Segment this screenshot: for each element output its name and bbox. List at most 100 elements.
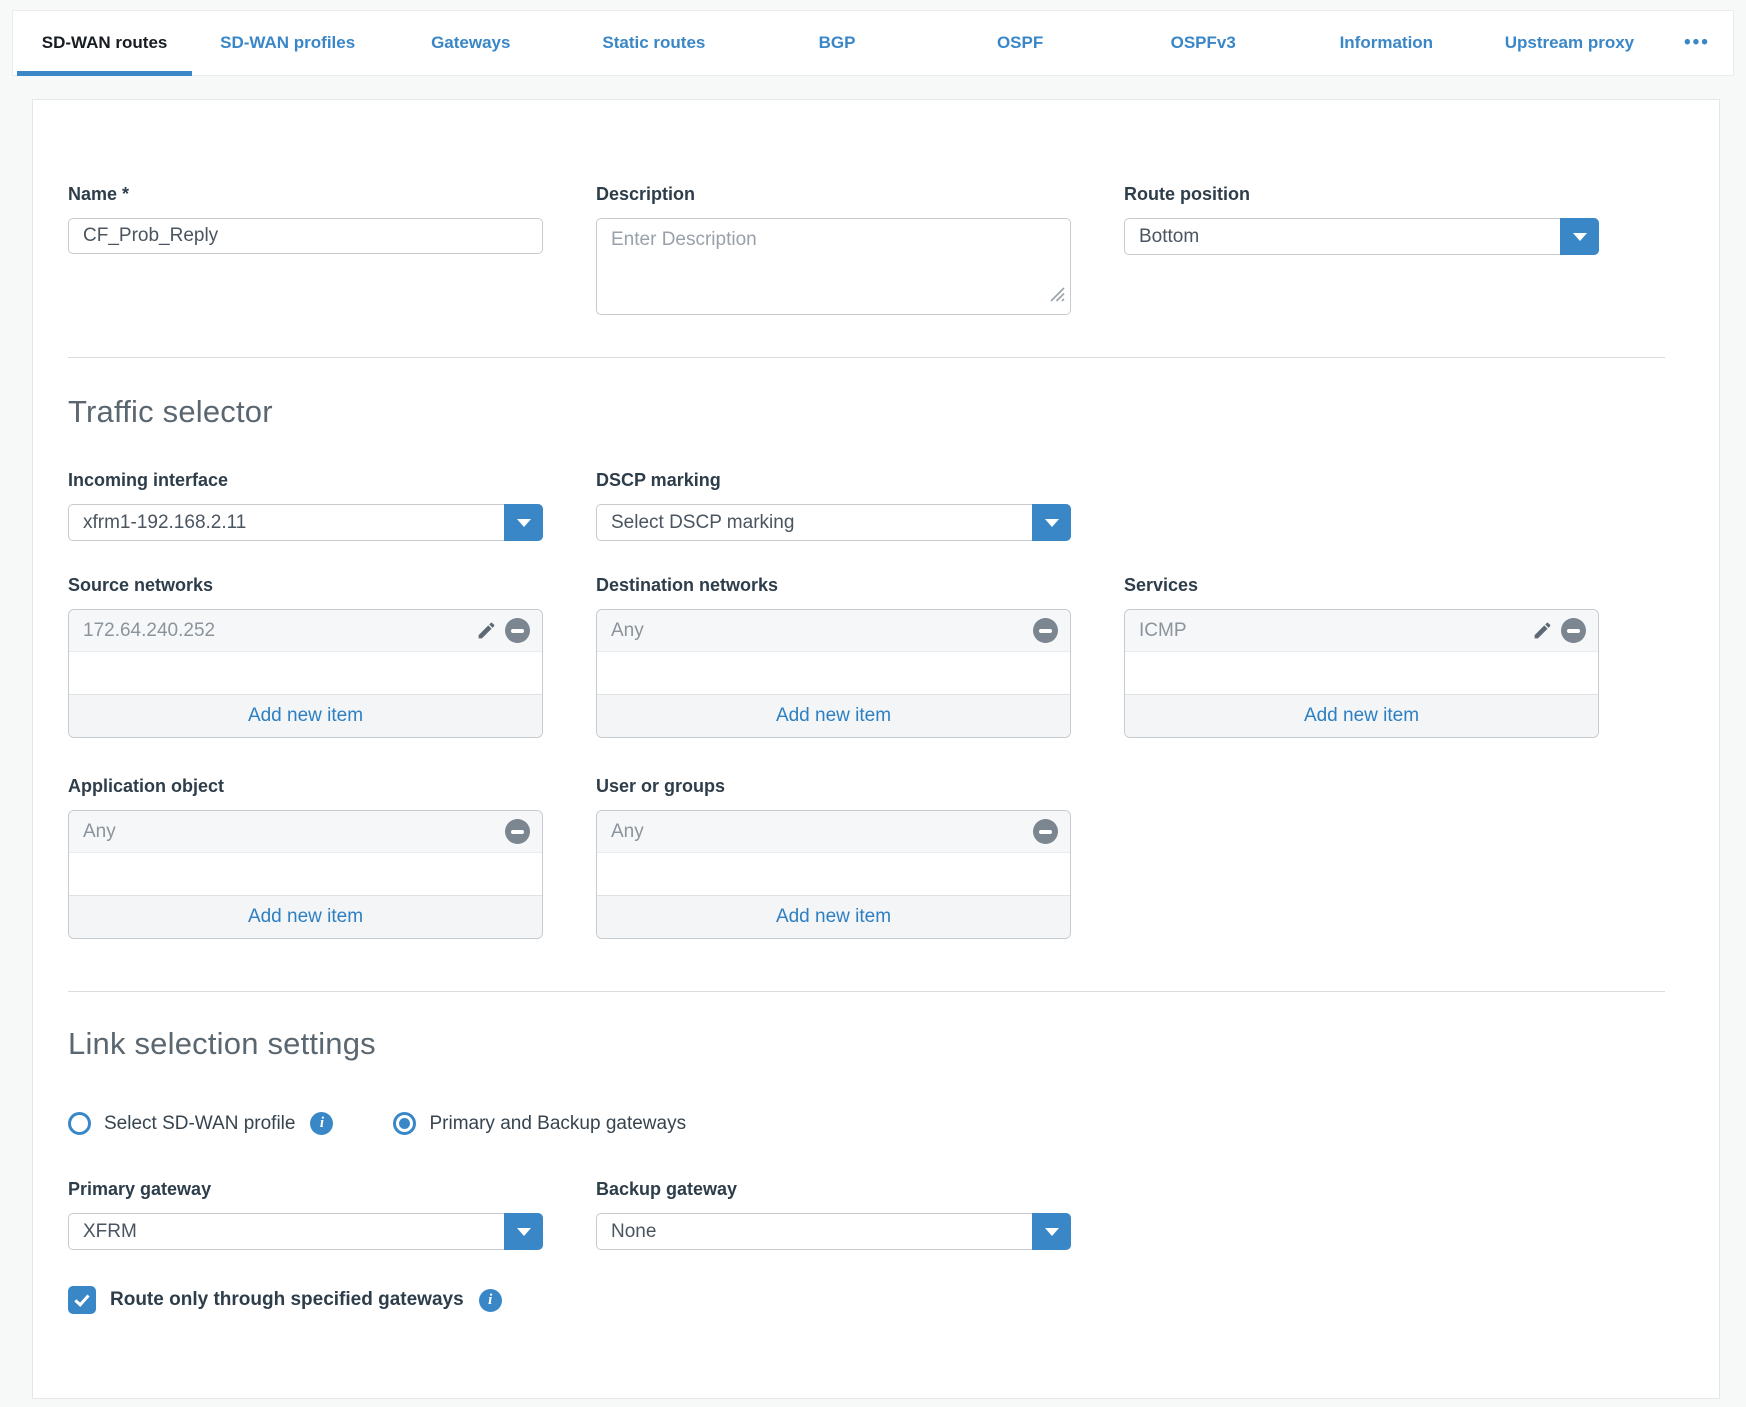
chevron-down-icon [1045,519,1059,527]
remove-item-icon[interactable] [505,819,530,844]
list-item: Any [69,811,542,853]
remove-item-icon[interactable] [505,618,530,643]
incoming-interface-dropdown-button[interactable] [504,504,543,541]
destination-networks-label: Destination networks [596,575,1071,596]
tab-ospfv3[interactable]: OSPFv3 [1112,11,1295,75]
check-icon [74,1291,89,1307]
backup-gateway-label: Backup gateway [596,1179,1071,1200]
remove-item-icon[interactable] [1561,618,1586,643]
dscp-marking-dropdown-button[interactable] [1032,504,1071,541]
add-source-network-button[interactable]: Add new item [69,694,542,737]
add-user-or-group-button[interactable]: Add new item [597,895,1070,938]
description-label: Description [596,184,1071,205]
application-object-label: Application object [68,776,543,797]
dscp-marking-group: DSCP marking Select DSCP marking [596,470,1071,541]
user-or-groups-group: User or groups Any Add new item [596,776,1071,939]
incoming-interface-value: xfrm1-192.168.2.11 [83,512,246,534]
tab-sd-wan-profiles[interactable]: SD-WAN profiles [196,11,379,75]
gateway-selects-row: Primary gateway XFRM Backup gateway None [68,1179,1665,1250]
route-position-label: Route position [1124,184,1599,205]
tab-upstream-proxy[interactable]: Upstream proxy [1478,11,1661,75]
name-label: Name * [68,184,543,205]
sdwan-profile-radio[interactable] [68,1112,91,1135]
info-icon[interactable]: i [310,1112,333,1135]
route-position-dropdown-button[interactable] [1560,218,1599,255]
service-value: ICMP [1139,620,1187,642]
incoming-interface-select[interactable]: xfrm1-192.168.2.11 [68,504,543,541]
dscp-marking-select[interactable]: Select DSCP marking [596,504,1071,541]
route-only-row: Route only through specified gateways i [68,1286,1665,1314]
tab-sd-wan-routes[interactable]: SD-WAN routes [13,11,196,75]
application-object-value: Any [83,821,116,843]
dscp-marking-value: Select DSCP marking [611,512,794,534]
list-item: Any [597,610,1070,652]
networks-services-row: Source networks 172.64.240.252 Add new i [68,575,1665,738]
general-fields-row: Name * Description Route position Bottom [68,184,1665,315]
user-or-groups-label: User or groups [596,776,1071,797]
gateways-radio[interactable] [393,1112,416,1135]
tab-bar: SD-WAN routes SD-WAN profiles Gateways S… [12,10,1734,76]
chevron-down-icon [517,1228,531,1236]
gateways-radio-group: Primary and Backup gateways [393,1112,686,1135]
sdwan-profile-radio-label[interactable]: Select SD-WAN profile [104,1113,295,1135]
primary-gateway-select[interactable]: XFRM [68,1213,543,1250]
destination-networks-group: Destination networks Any Add new item [596,575,1071,738]
description-textarea[interactable] [596,218,1071,315]
list-item: 172.64.240.252 [69,610,542,652]
tab-ospf[interactable]: OSPF [929,11,1112,75]
services-label: Services [1124,575,1599,596]
sdwan-profile-radio-group: Select SD-WAN profile i [68,1112,333,1135]
route-position-select[interactable]: Bottom [1124,218,1599,255]
route-only-checkbox[interactable] [68,1286,96,1314]
application-object-listbox: Any Add new item [68,810,543,939]
description-field-group: Description [596,184,1071,315]
source-networks-listbox: 172.64.240.252 Add new item [68,609,543,738]
user-or-groups-listbox: Any Add new item [596,810,1071,939]
destination-network-value: Any [611,620,644,642]
primary-gateway-group: Primary gateway XFRM [68,1179,543,1250]
link-selection-heading: Link selection settings [68,1026,1665,1062]
tab-gateways[interactable]: Gateways [379,11,562,75]
source-networks-group: Source networks 172.64.240.252 Add new i [68,575,543,738]
edit-pencil-icon[interactable] [1532,620,1553,641]
edit-pencil-icon[interactable] [476,620,497,641]
application-users-row: Application object Any Add new item User… [68,776,1665,939]
interface-dscp-row: Incoming interface xfrm1-192.168.2.11 DS… [68,470,1665,541]
list-empty-area [597,652,1070,694]
primary-gateway-label: Primary gateway [68,1179,543,1200]
add-service-button[interactable]: Add new item [1125,694,1598,737]
list-item: ICMP [1125,610,1598,652]
name-input[interactable] [68,218,543,254]
list-empty-area [69,853,542,895]
backup-gateway-dropdown-button[interactable] [1032,1213,1071,1250]
tab-information[interactable]: Information [1295,11,1478,75]
primary-gateway-dropdown-button[interactable] [504,1213,543,1250]
chevron-down-icon [1573,233,1587,241]
tab-static-routes[interactable]: Static routes [562,11,745,75]
tab-bgp[interactable]: BGP [745,11,928,75]
incoming-interface-group: Incoming interface xfrm1-192.168.2.11 [68,470,543,541]
section-divider [68,357,1665,358]
list-empty-area [69,652,542,694]
list-empty-area [1125,652,1598,694]
route-only-label[interactable]: Route only through specified gateways [110,1289,464,1311]
remove-item-icon[interactable] [1033,819,1058,844]
name-field-group: Name * [68,184,543,254]
source-networks-label: Source networks [68,575,543,596]
route-position-field-group: Route position Bottom [1124,184,1599,255]
add-destination-network-button[interactable]: Add new item [597,694,1070,737]
more-tabs-ellipsis-icon[interactable]: ••• [1661,11,1733,75]
chevron-down-icon [1045,1228,1059,1236]
services-group: Services ICMP Add new item [1124,575,1599,738]
remove-item-icon[interactable] [1033,618,1058,643]
user-or-groups-value: Any [611,821,644,843]
gateways-radio-label[interactable]: Primary and Backup gateways [429,1113,686,1135]
backup-gateway-group: Backup gateway None [596,1179,1071,1250]
backup-gateway-select[interactable]: None [596,1213,1071,1250]
chevron-down-icon [517,519,531,527]
info-icon[interactable]: i [479,1289,502,1312]
sd-wan-route-form: Name * Description Route position Bottom [32,99,1720,1399]
primary-gateway-value: XFRM [83,1221,137,1243]
add-application-object-button[interactable]: Add new item [69,895,542,938]
incoming-interface-label: Incoming interface [68,470,543,491]
